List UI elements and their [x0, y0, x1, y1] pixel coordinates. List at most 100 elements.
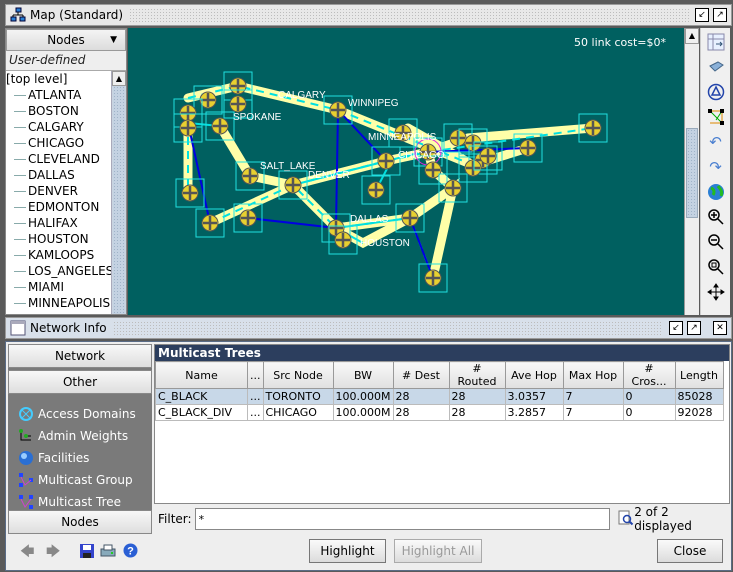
- map-node-label: DALLAS: [350, 214, 389, 225]
- table-cell: C_BLACK_DIV: [155, 404, 248, 421]
- tree-item[interactable]: CLEVELAND: [6, 151, 112, 167]
- table-cell: 28: [448, 404, 506, 421]
- print-icon[interactable]: [100, 544, 116, 561]
- list-item-facilities[interactable]: Facilities: [18, 448, 89, 468]
- scroll-up-icon[interactable]: ▲: [112, 71, 126, 86]
- tree-item[interactable]: DALLAS: [6, 167, 112, 183]
- table-cell: ...: [247, 388, 264, 405]
- tree-item[interactable]: DENVER: [6, 183, 112, 199]
- multicast-trees-table-panel: Multicast Trees Name... Src Node BW # Dest #…: [154, 344, 730, 504]
- filter-label: Filter:: [158, 512, 192, 526]
- help-icon[interactable]: ?: [123, 543, 138, 561]
- tree-item[interactable]: LOS_ANGELES: [6, 263, 112, 279]
- multicast-group-icon: [18, 472, 34, 488]
- tree-item[interactable]: BOSTON: [6, 103, 112, 119]
- close-button[interactable]: Close: [657, 539, 723, 563]
- map-node-label: WINNIPEG: [348, 98, 399, 109]
- table-cell: 100.000M: [332, 388, 394, 405]
- map-node-label: SPOKANE: [233, 112, 282, 123]
- pan-icon[interactable]: [705, 281, 727, 303]
- nodes-button[interactable]: Nodes: [8, 510, 152, 534]
- column-header[interactable]: ...: [247, 361, 264, 389]
- chevron-down-icon: ▼: [110, 35, 117, 45]
- network-map-canvas[interactable]: CALGARY SPOKANE WINNIPEG MINNEAPOLIS CHICAGO…: [128, 28, 684, 315]
- highlight-button[interactable]: Highlight: [309, 539, 386, 563]
- category-panel: Network Other Access Domains Admin Weigh…: [8, 344, 152, 534]
- undo-icon[interactable]: ↶: [705, 131, 727, 153]
- list-item-admin-weights[interactable]: Admin Weights: [18, 426, 128, 446]
- facilities-icon: [18, 450, 34, 466]
- tree-root[interactable]: [top level]: [6, 71, 112, 87]
- column-header[interactable]: Max Hop: [562, 361, 624, 389]
- tree-item[interactable]: MIAMI: [6, 279, 112, 295]
- list-item-multicast-group[interactable]: Multicast Group: [18, 470, 133, 490]
- map-toolbar: ↶ ↷: [700, 28, 730, 315]
- column-header[interactable]: # Routed: [448, 361, 506, 389]
- tree-item[interactable]: MINNEAPOLIS: [6, 295, 112, 311]
- table-row[interactable]: C_BLACK_DIV... CHICAGO 100.000M 28 28 3.2857 7…: [155, 404, 724, 421]
- save-icon[interactable]: [80, 544, 94, 561]
- zoom-fit-icon[interactable]: [705, 256, 727, 278]
- layout-icon[interactable]: [705, 106, 727, 128]
- scroll-up-icon[interactable]: ▲: [685, 28, 699, 44]
- map-node-label: CALGARY: [278, 90, 326, 101]
- redo-icon[interactable]: ↷: [705, 156, 727, 178]
- tree-item[interactable]: KAMLOOPS: [6, 247, 112, 263]
- column-header[interactable]: # Cros...: [622, 361, 676, 389]
- column-header[interactable]: Name: [155, 361, 248, 389]
- tree-item[interactable]: CALGARY: [6, 119, 112, 135]
- column-header[interactable]: Src Node: [262, 361, 334, 389]
- highlight-all-button[interactable]: Highlight All: [394, 539, 482, 563]
- table-cell: 85028: [674, 388, 724, 405]
- network-node[interactable]: [361, 175, 391, 205]
- column-header[interactable]: # Dest: [392, 361, 450, 389]
- filter-input[interactable]: [194, 508, 611, 530]
- restore-button[interactable]: ↙: [669, 321, 683, 335]
- search-icon[interactable]: [618, 510, 634, 529]
- tree-item[interactable]: HOUSTON: [6, 231, 112, 247]
- network-map: CALGARY SPOKANE WINNIPEG MINNEAPOLIS CHICAGO…: [173, 71, 608, 293]
- split-view-icon[interactable]: [705, 31, 727, 53]
- restore-button[interactable]: ↙: [695, 8, 709, 22]
- map-window-titlebar: Map (Standard) ↙ ↗: [5, 4, 732, 26]
- zoom-in-icon[interactable]: [705, 206, 727, 228]
- globe-icon[interactable]: [705, 181, 727, 203]
- table-cell: 3.2857: [504, 404, 564, 421]
- table-cell: ...: [247, 404, 264, 421]
- tree-item[interactable]: EDMONTON: [6, 199, 112, 215]
- display-count: 2 of 2 displayed: [634, 505, 692, 533]
- scroll-thumb[interactable]: [686, 128, 698, 218]
- tree-item[interactable]: HALIFAX: [6, 215, 112, 231]
- map-scrollbar[interactable]: ▲: [684, 28, 699, 315]
- multicast-trees-table: Name... Src Node BW # Dest # Routed Ave Hop Ma…: [155, 361, 724, 421]
- back-arrow-icon[interactable]: 🡄: [20, 541, 34, 565]
- table-cell: 28: [448, 388, 506, 405]
- nodes-dropdown[interactable]: Nodes ▼: [6, 29, 126, 51]
- list-item-access-domains[interactable]: Access Domains: [18, 404, 136, 424]
- eraser-icon[interactable]: [705, 56, 727, 78]
- table-row[interactable]: C_BLACK... TORONTO 100.000M 28 28 3.0357 7 0 850…: [155, 388, 724, 405]
- forward-arrow-icon[interactable]: 🡆: [46, 541, 60, 565]
- table-cell: 28: [392, 404, 450, 421]
- column-header[interactable]: BW: [332, 361, 394, 389]
- close-window-button[interactable]: ✕: [713, 321, 727, 335]
- tree-item[interactable]: ATLANTA: [6, 87, 112, 103]
- tree-item[interactable]: CHICAGO: [6, 135, 112, 151]
- column-header[interactable]: Ave Hop: [504, 361, 564, 389]
- nodes-dropdown-label: Nodes: [47, 33, 85, 47]
- other-button[interactable]: Other: [8, 370, 152, 394]
- tree-scrollbar[interactable]: ▲: [111, 71, 126, 314]
- access-domains-icon: [18, 406, 34, 422]
- table-cell: 92028: [674, 404, 724, 421]
- node-tree: [top level] ATLANTA BOSTON CALGARY CHICAGO C…: [6, 71, 112, 314]
- triangle-icon[interactable]: [705, 81, 727, 103]
- multicast-tree-icon: [18, 494, 34, 510]
- maximize-button[interactable]: ↗: [713, 8, 727, 22]
- network-button[interactable]: Network: [8, 344, 152, 368]
- table-cell: TORONTO: [262, 388, 334, 405]
- column-header[interactable]: Length: [674, 361, 724, 389]
- zoom-out-icon[interactable]: [705, 231, 727, 253]
- maximize-button[interactable]: ↗: [687, 321, 701, 335]
- list-item-multicast-tree[interactable]: Multicast Tree: [18, 492, 121, 512]
- scroll-thumb[interactable]: [113, 86, 125, 314]
